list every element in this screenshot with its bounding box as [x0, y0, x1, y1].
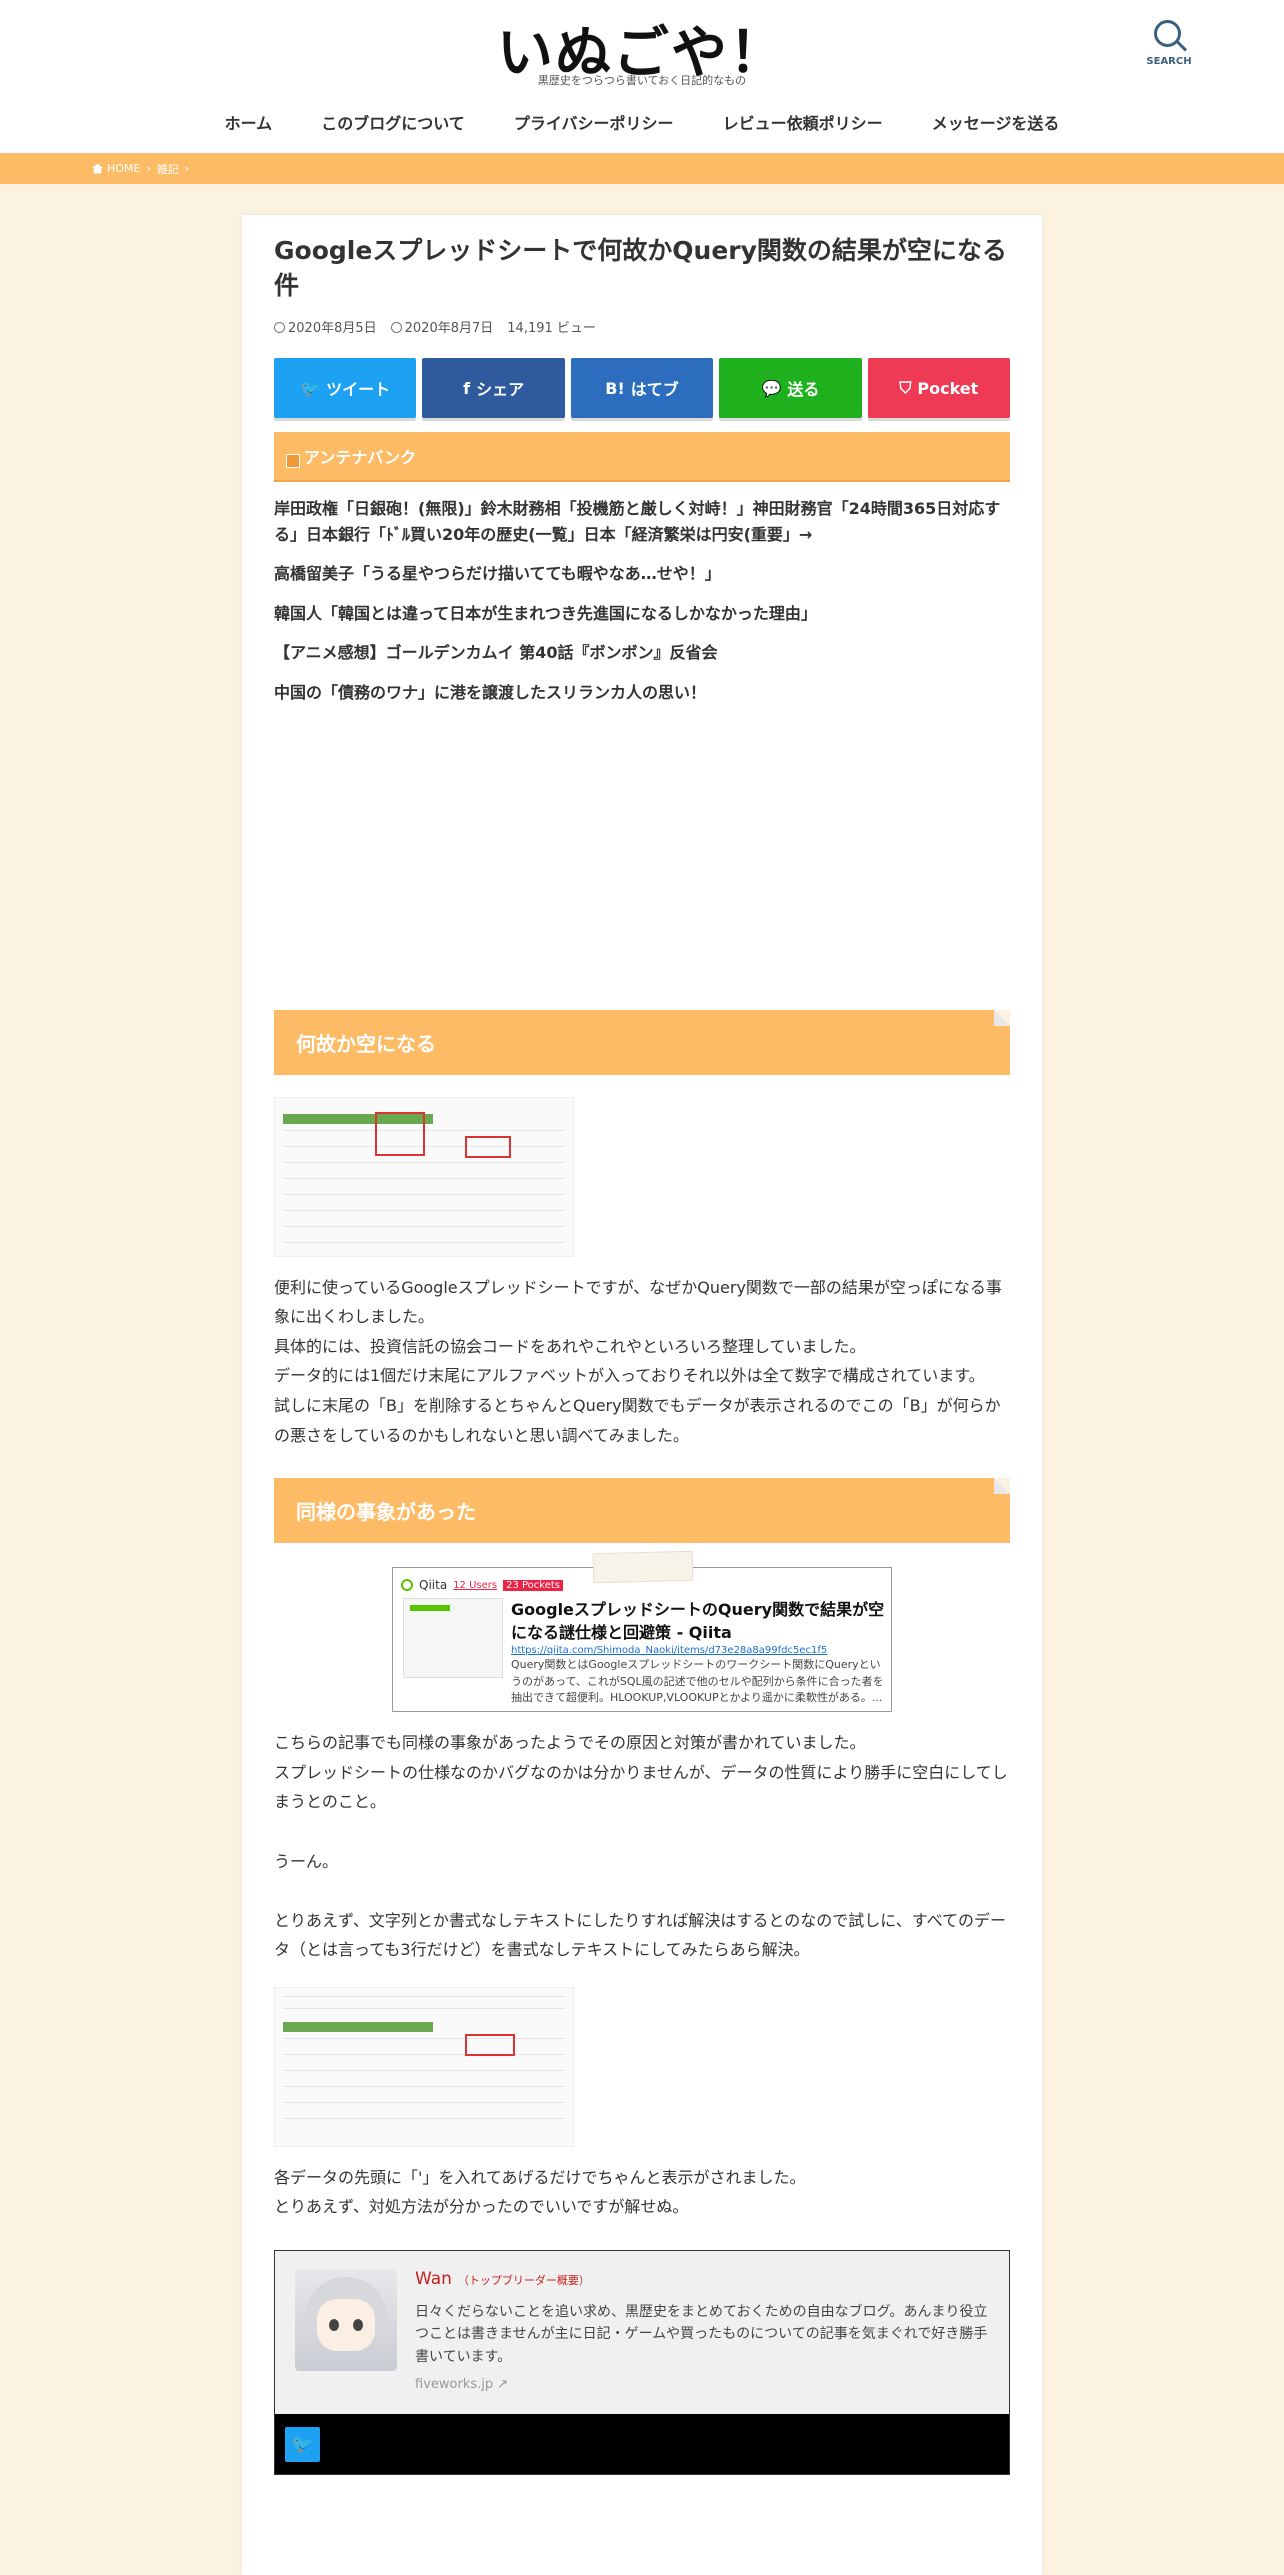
antenna-heading[interactable]: アンテナバンク [274, 432, 1010, 482]
article-meta: 2020年8月5日 2020年8月7日 14,191 ビュー [274, 317, 1010, 336]
nav-review-policy[interactable]: レビュー依頼ポリシー [723, 110, 883, 134]
site-description: 黒歴史をつらつら書いておく日記的なもの [537, 74, 747, 87]
pockets-badge[interactable]: 23 Pockets [503, 1579, 563, 1591]
qiita-link-card[interactable]: Qiita 12 Users 23 Pockets Googleスプレッドシート… [392, 1550, 892, 1713]
paragraph: 具体的には、投資信託の協会コードをあれやこれやといろいろ整理していました。 [274, 1336, 866, 1356]
paragraph: こちらの記事でも同様の事象があったようでその原因と対策が書かれていました。 [274, 1733, 866, 1753]
clock-icon [274, 322, 285, 333]
author-site-text: fiveworks.jp [415, 2377, 494, 2393]
avatar [295, 2269, 397, 2372]
home-icon [92, 163, 103, 174]
author-site-link[interactable]: fiveworks.jp ↗ [415, 2377, 508, 2392]
share-hatena-button[interactable]: B! はてブ [570, 358, 714, 418]
rss-icon [286, 454, 300, 468]
search-label: SEARCH [1146, 56, 1192, 67]
article: Googleスプレッドシートで何故かQuery関数の結果が空になる件 2020年… [242, 215, 1042, 2575]
card-tape [592, 1550, 694, 1584]
antenna-link[interactable]: 韓国人「韓国とは違って日本が生まれつき先進国になるしかなかった理由」 [274, 601, 1010, 627]
share-buttons: 🐦 ツイート f シェア B! はてブ 💬 送る ⛉ Pocket [274, 358, 1011, 418]
author-role: （トップブリーダー概要） [457, 2274, 590, 2288]
breadcrumb: HOME › 雑記 › [0, 153, 1284, 184]
twitter-icon: 🐦 [291, 2434, 314, 2456]
nav-privacy[interactable]: プライバシーポリシー [514, 110, 674, 134]
antenna-link[interactable]: 高橋留美子「うる星やつらだけ描いてても暇やなあ…せや！」 [274, 561, 1010, 587]
author-name[interactable]: Wan （トップブリーダー概要） [415, 2269, 590, 2289]
site-header: いぬごや！ 黒歴史をつらつら書いておく日記的なもの SEARCH ホーム このブ… [0, 0, 1284, 153]
nav-home[interactable]: ホーム [225, 110, 273, 134]
breadcrumb-separator: › [184, 162, 190, 175]
paragraph: 便利に使っているGoogleスプレッドシートですが、なぜかQuery関数で一部の… [274, 1277, 1002, 1327]
search-icon [1152, 18, 1188, 52]
author-box: Wan （トップブリーダー概要） 日々くだらないことを追い求め、黒歴史をまとめてお… [274, 2250, 1010, 2476]
users-badge[interactable]: 12 Users [453, 1580, 497, 1591]
pocket-icon: ⛉ [899, 378, 912, 397]
share-facebook-button[interactable]: f シェア [422, 358, 565, 418]
share-line-label: 送る [787, 380, 820, 399]
refresh-icon [390, 322, 402, 333]
card-url[interactable]: https://qiita.com/Shimoda_Naoki/items/d7… [511, 1645, 827, 1656]
spreadsheet-screenshot[interactable] [274, 1986, 574, 2147]
updated-date: 2020年8月7日 [390, 317, 494, 336]
section-heading: 同様の事象があった [274, 1478, 1010, 1544]
card-thumbnail [403, 1598, 503, 1679]
breadcrumb-category[interactable]: 雑記 [157, 161, 179, 177]
facebook-icon: f [463, 378, 471, 398]
share-pocket-button[interactable]: ⛉ Pocket [867, 358, 1011, 418]
twitter-icon: 🐦 [300, 378, 321, 398]
paragraph: とりあえず、対処方法が分かったのでいいですが解せぬ。 [274, 2197, 689, 2217]
breadcrumb-home[interactable]: HOME [107, 162, 140, 175]
section-heading: 何故か空になる [274, 1009, 1010, 1075]
paragraph: 試しに末尾の「B」を削除するとちゃんとQuery関数でもデータが表示されるのでこ… [274, 1395, 1001, 1445]
section2-body: こちらの記事でも同様の事象があったようでその原因と対策が書かれていました。 スプ… [274, 1728, 1010, 1965]
paragraph: とりあえず、文字列とか書式なしテキストにしたりすれば解決はするとのなので試しに、… [274, 1910, 1007, 1960]
card-description: Query関数とはGoogleスプレッドシートのワークシート関数にQueryとい… [511, 1658, 884, 1705]
paragraph: うーん。 [274, 1851, 339, 1871]
published-date-text: 2020年8月5日 [288, 321, 377, 336]
section1-body: 便利に使っているGoogleスプレッドシートですが、なぜかQuery関数で一部の… [274, 1273, 1010, 1451]
ad-space [274, 720, 1010, 1010]
author-twitter-button[interactable]: 🐦 [285, 2427, 320, 2463]
card-title[interactable]: GoogleスプレッドシートのQuery関数で結果が空になる謎仕様と回避策 - … [511, 1598, 886, 1644]
hatena-icon: B! [605, 378, 625, 398]
breadcrumb-separator: › [146, 162, 151, 175]
search-button[interactable]: SEARCH [1134, 18, 1204, 67]
card-site: Qiita [419, 1578, 448, 1593]
qiita-icon [401, 1579, 413, 1592]
paragraph: 各データの先頭に「'」を入れてあげるだけでちゃんと表示がされました。 [274, 2167, 806, 2187]
share-hatena-label: はてブ [630, 380, 679, 399]
line-icon: 💬 [761, 378, 782, 398]
author-name-text: Wan [415, 2269, 452, 2290]
nav-contact[interactable]: メッセージを送る [932, 110, 1060, 134]
antenna-list: 岸田政権「日銀砲！(無限)」鈴木財務相「投機筋と厳しく対峙！」神田財務官「24時… [274, 496, 1010, 706]
share-twitter-label: ツイート [326, 380, 391, 399]
view-count: 14,191 ビュー [507, 321, 596, 336]
share-facebook-label: シェア [476, 380, 525, 399]
author-description: 日々くだらないことを追い求め、黒歴史をまとめておくための自由なブログ。あんまり役… [415, 2304, 988, 2365]
main-nav: ホーム このブログについて プライバシーポリシー レビュー依頼ポリシー メッセー… [0, 110, 1284, 134]
nav-about[interactable]: このブログについて [321, 110, 465, 134]
paragraph: スプレッドシートの仕様なのかバグなのかは分かりませんが、データの性質により勝手に… [274, 1762, 1008, 1812]
antenna-link[interactable]: 中国の「債務のワナ」に港を譲渡したスリランカ人の思い！ [274, 680, 1010, 706]
share-pocket-label: Pocket [917, 378, 979, 398]
spreadsheet-screenshot[interactable] [274, 1096, 574, 1257]
antenna-link[interactable]: 【アニメ感想】ゴールデンカムイ 第40話『ボンボン』反省会 [274, 640, 1010, 666]
share-twitter-button[interactable]: 🐦 ツイート [274, 358, 417, 418]
updated-date-text: 2020年8月7日 [404, 321, 494, 336]
paragraph: データ的には1個だけ末尾にアルファベットが入っておりそれ以外は全て数字で構成され… [274, 1366, 985, 1386]
section2-closing: 各データの先頭に「'」を入れてあげるだけでちゃんと表示がされました。 とりあえず… [274, 2163, 1010, 2222]
antenna-link[interactable]: 岸田政権「日銀砲！(無限)」鈴木財務相「投機筋と厳しく対峙！」神田財務官「24時… [274, 496, 1010, 547]
external-link-icon: ↗ [497, 2377, 509, 2393]
share-line-button[interactable]: 💬 送る [719, 358, 862, 418]
antenna-heading-text: アンテナバンク [304, 448, 417, 467]
article-title: Googleスプレッドシートで何故かQuery関数の結果が空になる件 [274, 236, 1007, 300]
author-social-bar: 🐦 [275, 2414, 1009, 2475]
published-date: 2020年8月5日 [274, 317, 377, 336]
